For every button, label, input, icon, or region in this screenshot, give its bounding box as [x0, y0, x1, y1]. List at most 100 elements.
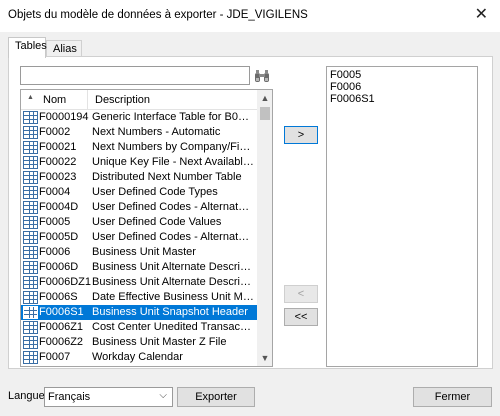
tab-alias[interactable]: Alias: [46, 40, 82, 57]
table-name: F0005: [39, 216, 71, 228]
table-icon: [23, 366, 38, 367]
chevron-down-icon: ⌵: [159, 390, 167, 401]
tab-tables[interactable]: Tables: [8, 37, 47, 58]
selected-tables-list[interactable]: F0005 F0006 F0006S1: [326, 66, 478, 367]
vertical-scrollbar[interactable]: ▲ ▼: [257, 90, 272, 366]
table-description: Unique Key File - Next Available Un...: [92, 156, 254, 168]
table-description: Business Unit Master Z File: [92, 336, 227, 348]
table-icon: [23, 126, 38, 139]
search-button[interactable]: [252, 66, 272, 85]
remove-all-button[interactable]: <<: [284, 308, 318, 326]
table-icon: [23, 246, 38, 259]
table-row[interactable]: F00022 Unique Key File - Next Available U…: [21, 155, 257, 170]
table-row[interactable]: F00071 Work Day Calendar Transaction Fil.…: [21, 365, 257, 367]
table-row[interactable]: F0006DZ1 Business Unit Alternate Descript…: [21, 275, 257, 290]
column-header-description[interactable]: Description: [95, 94, 150, 106]
sort-ascending-icon: ▲: [27, 94, 34, 101]
table-description: Workday Calendar: [92, 351, 183, 363]
table-name: F0006S1: [39, 306, 84, 318]
table-name: F0002: [39, 126, 71, 138]
close-button[interactable]: Fermer: [413, 387, 492, 407]
table-icon: [23, 111, 38, 124]
table-row[interactable]: F0006Z2 Business Unit Master Z File: [21, 335, 257, 350]
table-name: F00021: [39, 141, 77, 153]
table-row[interactable]: F0000194 Generic Interface Table for B000…: [21, 110, 257, 125]
table-description: Work Day Calendar Transaction Fil...: [92, 366, 254, 367]
column-divider[interactable]: [87, 90, 88, 110]
table-icon: [23, 231, 38, 244]
table-name: F0007: [39, 351, 71, 363]
table-name: F00071: [39, 366, 76, 367]
table-icon: [23, 261, 38, 274]
table-row[interactable]: F00023 Distributed Next Number Table: [21, 170, 257, 185]
table-name: F0005D: [39, 231, 79, 243]
table-row[interactable]: F0006D Business Unit Alternate Descriptio…: [21, 260, 257, 275]
tables-list[interactable]: ▲ Nom Description F0000194 Generic Interf…: [20, 89, 273, 367]
list-item[interactable]: F0006: [330, 81, 361, 93]
export-button[interactable]: Exporter: [177, 387, 255, 407]
table-row[interactable]: F0006 Business Unit Master: [21, 245, 257, 260]
table-name: F0000194: [39, 111, 89, 123]
table-icon: [23, 186, 38, 199]
scroll-thumb[interactable]: [260, 107, 270, 120]
table-name: F0004: [39, 186, 71, 198]
table-icon: [23, 201, 38, 214]
table-description: Date Effective Business Unit Master: [92, 291, 254, 303]
table-row[interactable]: F00021 Next Numbers by Company/Fiscal ...: [21, 140, 257, 155]
search-input[interactable]: [20, 66, 250, 85]
table-row[interactable]: F0006S1 Business Unit Snapshot Header: [21, 305, 257, 320]
table-icon: [23, 141, 38, 154]
language-value: Français: [48, 391, 91, 403]
scroll-down-icon[interactable]: ▼: [257, 350, 272, 366]
table-icon: [23, 276, 38, 289]
table-name: F0006Z1: [39, 321, 84, 333]
table-row[interactable]: F0007 Workday Calendar: [21, 350, 257, 365]
list-item[interactable]: F0005: [330, 69, 361, 81]
table-row[interactable]: F0005 User Defined Code Values: [21, 215, 257, 230]
table-description: Business Unit Master: [92, 246, 196, 258]
column-header-name[interactable]: Nom: [43, 94, 66, 106]
table-description: Next Numbers by Company/Fiscal ...: [92, 141, 254, 153]
table-description: Distributed Next Number Table: [92, 171, 242, 183]
close-icon[interactable]: ✕: [475, 6, 488, 24]
table-name: F00022: [39, 156, 77, 168]
title-bar: Objets du modèle de données à exporter -…: [0, 0, 500, 32]
table-row[interactable]: F0002 Next Numbers - Automatic: [21, 125, 257, 140]
table-name: F0004D: [39, 201, 79, 213]
binoculars-icon: [255, 69, 269, 82]
export-dialog: Objets du modèle de données à exporter -…: [0, 0, 500, 416]
table-icon: [23, 156, 38, 169]
table-description: User Defined Codes - Alternate La...: [92, 201, 254, 213]
table-row[interactable]: F0006Z1 Cost Center Unedited Transaction …: [21, 320, 257, 335]
table-description: User Defined Codes - Alternate La...: [92, 231, 254, 243]
list-item[interactable]: F0006S1: [330, 93, 375, 105]
language-select[interactable]: Français ⌵: [44, 387, 173, 407]
scroll-up-icon[interactable]: ▲: [257, 90, 272, 106]
table-name: F0006DZ1: [39, 276, 91, 288]
table-icon: [23, 351, 38, 364]
window-title: Objets du modèle de données à exporter -…: [8, 9, 308, 21]
table-description: User Defined Code Values: [92, 216, 222, 228]
table-name: F0006Z2: [39, 336, 84, 348]
table-icon: [23, 291, 38, 304]
table-row[interactable]: F0004D User Defined Codes - Alternate La.…: [21, 200, 257, 215]
table-icon: [23, 171, 38, 184]
table-name: F0006: [39, 246, 71, 258]
table-name: F0006D: [39, 261, 79, 273]
table-icon: [23, 336, 38, 349]
table-description: Business Unit Alternate Description...: [92, 261, 254, 273]
table-name: F00023: [39, 171, 77, 183]
table-row[interactable]: F0005D User Defined Codes - Alternate La.…: [21, 230, 257, 245]
table-description: User Defined Code Types: [92, 186, 218, 198]
list-header: ▲ Nom Description: [21, 90, 257, 110]
table-row[interactable]: F0004 User Defined Code Types: [21, 185, 257, 200]
language-label: Langue: [8, 390, 45, 402]
table-icon: [23, 321, 38, 334]
table-description: Business Unit Alternate Description...: [92, 276, 254, 288]
table-row[interactable]: F0006S Date Effective Business Unit Maste…: [21, 290, 257, 305]
remove-button[interactable]: <: [284, 285, 318, 303]
table-description: Cost Center Unedited Transaction ...: [92, 321, 254, 333]
table-description: Business Unit Snapshot Header: [92, 306, 248, 318]
list-rows: F0000194 Generic Interface Table for B000…: [21, 110, 257, 367]
add-button[interactable]: >: [284, 126, 318, 144]
